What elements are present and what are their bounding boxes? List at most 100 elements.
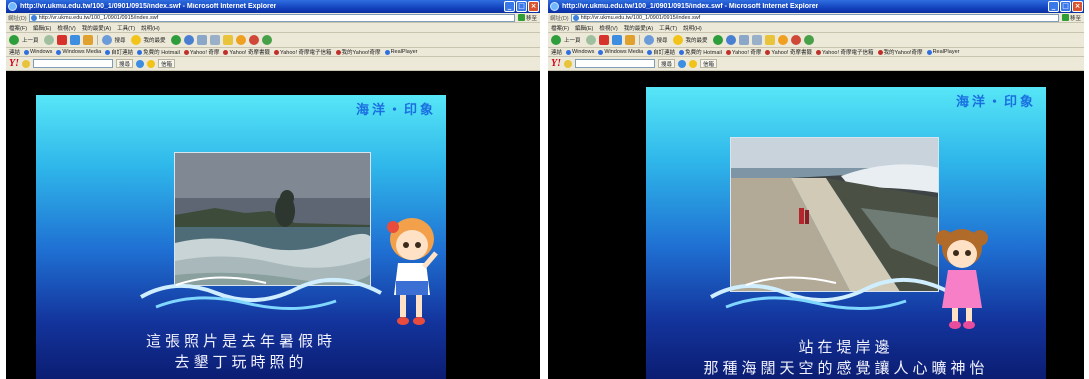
maximize-button[interactable]: □: [516, 1, 527, 12]
link-hotmail[interactable]: 免費的 Hotmail: [137, 48, 180, 56]
link-windows-media[interactable]: Windows Media: [598, 49, 643, 55]
history-icon[interactable]: [725, 35, 736, 45]
favorites-label[interactable]: 我的最愛: [686, 36, 708, 44]
messenger-icon[interactable]: [235, 35, 246, 45]
stop-icon[interactable]: [598, 35, 609, 45]
minimize-button[interactable]: _: [1048, 1, 1059, 12]
flash-stage[interactable]: 海洋・印象: [646, 87, 1046, 379]
forward-icon[interactable]: [43, 35, 54, 45]
sun-icon[interactable]: [147, 59, 156, 68]
favorites-star-icon[interactable]: [672, 35, 683, 45]
link-label: Yahoo! 奇摩書籤: [771, 50, 812, 56]
link-windows-media[interactable]: Windows Media: [56, 49, 101, 55]
back-icon[interactable]: [9, 35, 19, 45]
yahoo-mail-button[interactable]: 信箱: [158, 59, 176, 68]
close-button[interactable]: ×: [528, 1, 539, 12]
close-button[interactable]: ×: [1072, 1, 1083, 12]
stop-icon[interactable]: [56, 35, 67, 45]
mail-icon[interactable]: [196, 35, 207, 45]
link-realplayer[interactable]: RealPlayer: [384, 49, 418, 55]
pencil-icon[interactable]: [22, 59, 30, 68]
menu-view[interactable]: 檢視(V): [599, 24, 617, 32]
address-input[interactable]: http://vr.ukmu.edu.tw/100_1/0901/0915/in…: [570, 13, 1059, 22]
refresh-icon[interactable]: [69, 35, 80, 45]
menu-favorites[interactable]: 我的最愛(A): [82, 24, 111, 32]
research-icon[interactable]: [248, 35, 259, 45]
media-icon[interactable]: [712, 35, 723, 45]
link-custom[interactable]: 自訂連結: [647, 48, 675, 56]
link-windows[interactable]: Windows: [24, 49, 52, 55]
link-custom[interactable]: 自訂連結: [105, 48, 133, 56]
link-yahoo-mail[interactable]: Yahoo! 奇摩電子信箱: [815, 48, 874, 56]
go-button[interactable]: 移至: [1061, 14, 1081, 22]
search-label[interactable]: 搜尋: [657, 36, 668, 44]
link-realplayer[interactable]: RealPlayer: [926, 49, 960, 55]
link-my-yahoo[interactable]: 我的Yahoo!奇摩: [335, 48, 381, 56]
search-icon[interactable]: [643, 35, 654, 45]
link-hotmail[interactable]: 免費的 Hotmail: [679, 48, 722, 56]
sun-icon[interactable]: [689, 59, 698, 68]
back-label[interactable]: 上一頁: [22, 36, 39, 44]
menu-favorites[interactable]: 我的最愛(A): [624, 24, 653, 32]
extra-icon[interactable]: [261, 35, 272, 45]
refresh-icon[interactable]: [611, 35, 622, 45]
menu-help[interactable]: 說明(H): [141, 24, 160, 32]
menu-help[interactable]: 說明(H): [683, 24, 702, 32]
search-label[interactable]: 搜尋: [115, 36, 126, 44]
folder-icon[interactable]: [764, 35, 775, 45]
yahoo-mail-button[interactable]: 信箱: [700, 59, 718, 68]
globe-icon[interactable]: [136, 59, 145, 68]
menu-view[interactable]: 檢視(V): [57, 24, 75, 32]
back-icon[interactable]: [551, 35, 561, 45]
search-icon[interactable]: [101, 35, 112, 45]
link-yahoo-bookmarks[interactable]: Yahoo! 奇摩書籤: [765, 48, 812, 56]
link-yahoo[interactable]: Yahoo! 奇摩: [183, 48, 219, 56]
maximize-button[interactable]: □: [1060, 1, 1071, 12]
folder-icon[interactable]: [222, 35, 233, 45]
menu-file[interactable]: 檔案(F): [551, 24, 569, 32]
link-label: RealPlayer: [932, 49, 960, 55]
yahoo-logo[interactable]: Y!: [9, 58, 19, 69]
favorites-star-icon[interactable]: [130, 35, 141, 45]
link-windows[interactable]: Windows: [566, 49, 594, 55]
research-icon[interactable]: [790, 35, 801, 45]
yahoo-search-input[interactable]: [575, 59, 655, 68]
print-icon[interactable]: [751, 35, 762, 45]
back-label[interactable]: 上一頁: [564, 36, 581, 44]
history-icon[interactable]: [183, 35, 194, 45]
link-yahoo[interactable]: Yahoo! 奇摩: [725, 48, 761, 56]
yahoo-icon: [223, 49, 229, 55]
yahoo-logo[interactable]: Y!: [551, 58, 561, 69]
mail-icon[interactable]: [738, 35, 749, 45]
messenger-icon[interactable]: [777, 35, 788, 45]
yahoo-search-input[interactable]: [33, 59, 113, 68]
menu-tools[interactable]: 工具(T): [659, 24, 677, 32]
menu-file[interactable]: 檔案(F): [9, 24, 27, 32]
yahoo-icon: [877, 49, 883, 55]
address-input[interactable]: http://vr.ukmu.edu.tw/100_1/0901/0915/in…: [28, 13, 515, 22]
menu-edit[interactable]: 編輯(E): [33, 24, 51, 32]
link-yahoo-mail[interactable]: Yahoo! 奇摩電子信箱: [273, 48, 332, 56]
page-icon: [572, 14, 579, 21]
minimize-button[interactable]: _: [504, 1, 515, 12]
extra-icon[interactable]: [803, 35, 814, 45]
link-yahoo-bookmarks[interactable]: Yahoo! 奇摩書籤: [223, 48, 270, 56]
link-label: 我的Yahoo!奇摩: [341, 50, 381, 56]
menu-bar: 檔案(F) 編輯(E) 檢視(V) 我的最愛(A) 工具(T) 說明(H): [6, 23, 540, 33]
menu-tools[interactable]: 工具(T): [117, 24, 135, 32]
yahoo-search-button[interactable]: 搜尋: [116, 59, 134, 68]
home-icon[interactable]: [82, 35, 93, 45]
favorites-label[interactable]: 我的最愛: [144, 36, 166, 44]
go-button[interactable]: 移至: [517, 14, 537, 22]
media-icon[interactable]: [170, 35, 181, 45]
link-label: RealPlayer: [390, 49, 418, 55]
globe-icon[interactable]: [678, 59, 687, 68]
flash-stage[interactable]: 海洋・印象: [36, 95, 446, 379]
pencil-icon[interactable]: [564, 59, 572, 68]
print-icon[interactable]: [209, 35, 220, 45]
menu-edit[interactable]: 編輯(E): [575, 24, 593, 32]
forward-icon[interactable]: [585, 35, 596, 45]
home-icon[interactable]: [624, 35, 635, 45]
link-my-yahoo[interactable]: 我的Yahoo!奇摩: [877, 48, 923, 56]
yahoo-search-button[interactable]: 搜尋: [658, 59, 676, 68]
